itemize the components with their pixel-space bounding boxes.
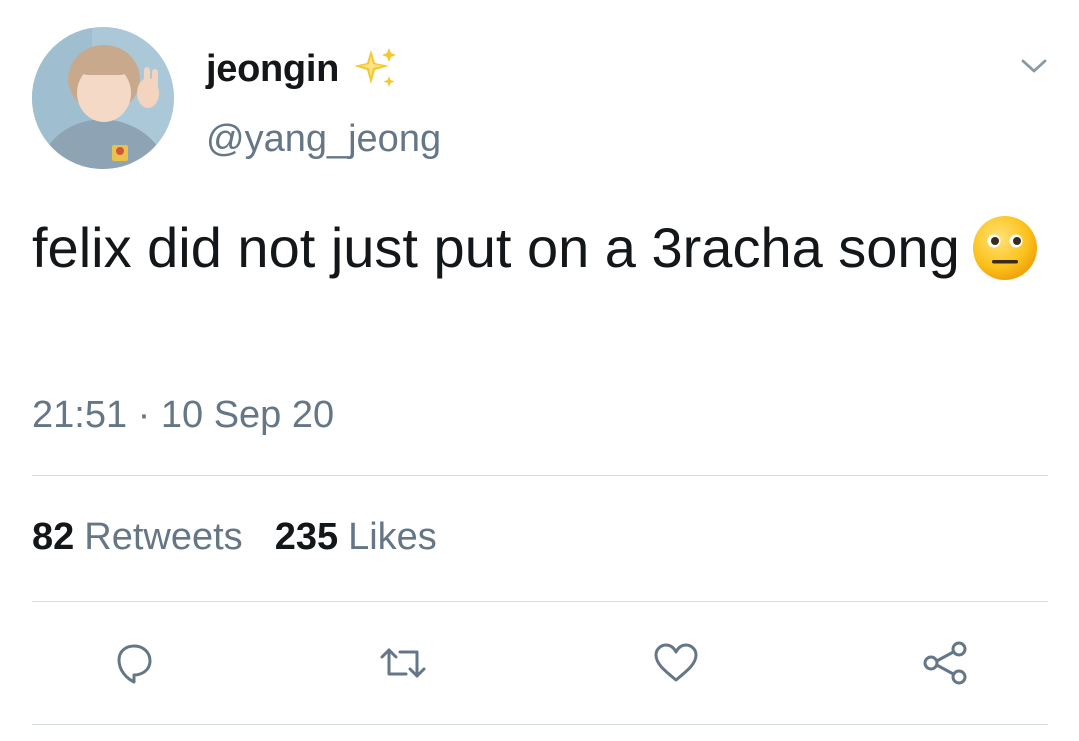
tweet-text: felix did not just put on a 3racha song	[32, 212, 1042, 284]
likes-count: 235	[274, 516, 339, 558]
reply-icon	[117, 644, 152, 684]
retweets-label: Retweets	[84, 516, 243, 558]
likes-label: Likes	[348, 516, 437, 558]
divider	[32, 475, 1048, 476]
likes-stat[interactable]: 235 Likes	[275, 516, 437, 559]
author-handle[interactable]: @yang_jeong	[206, 118, 441, 161]
retweet-button[interactable]	[376, 636, 430, 690]
avatar[interactable]	[32, 27, 174, 169]
avatar-photo	[32, 27, 174, 169]
share-button[interactable]	[918, 636, 972, 690]
retweet-icon	[380, 648, 426, 678]
retweets-stat[interactable]: 82 Retweets	[32, 516, 243, 559]
divider	[32, 601, 1048, 602]
reply-button[interactable]	[107, 636, 161, 690]
engagement-stats: 82 Retweets 235 Likes	[32, 516, 437, 559]
display-name[interactable]: jeongin	[206, 48, 339, 91]
tweet-actions	[0, 632, 1079, 692]
divider	[32, 724, 1048, 725]
sparkles-icon	[354, 48, 396, 87]
author-name-row: jeongin	[206, 46, 397, 92]
like-icon	[654, 643, 698, 682]
like-button[interactable]	[649, 636, 703, 690]
tweet-timestamp[interactable]: 21:51 · 10 Sep 20	[32, 394, 334, 437]
retweets-count: 82	[32, 516, 75, 558]
tweet-body: felix did not just put on a 3racha song	[32, 216, 960, 279]
neutral-face-emoji	[972, 216, 1037, 280]
share-icon	[923, 641, 967, 685]
chevron-down-icon[interactable]	[1020, 54, 1048, 78]
